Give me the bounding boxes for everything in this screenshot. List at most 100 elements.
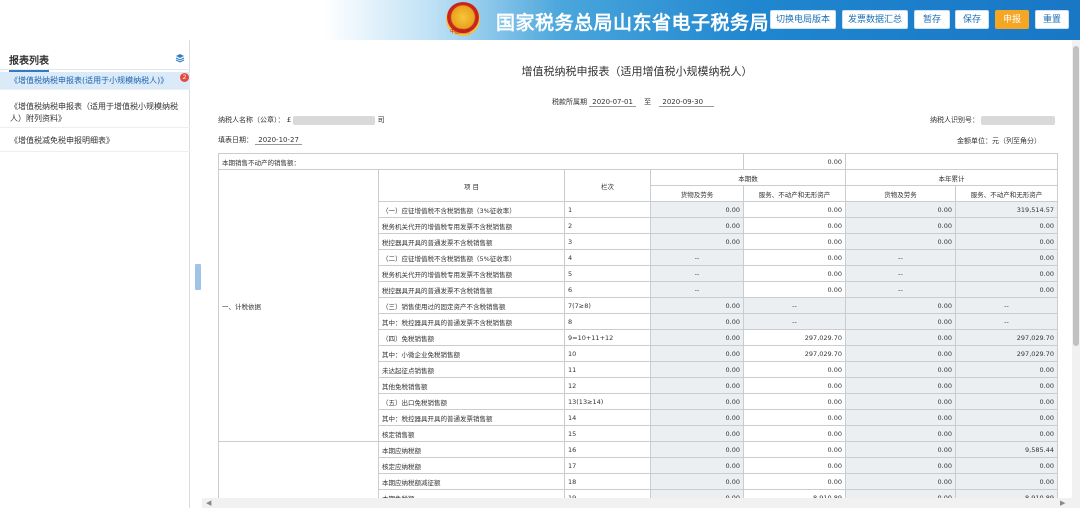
unit-label: 金额单位：元（列至角分）	[957, 137, 1041, 145]
row-item-label: （五）出口免税销售额	[378, 393, 565, 410]
table-row: 本期销售不动产的销售额： 0.00	[218, 153, 1058, 170]
ytd-goods-cell: 0.00	[845, 297, 956, 314]
row-line-number: 18	[564, 473, 651, 490]
declare-button[interactable]: 申报	[995, 10, 1029, 29]
save-button[interactable]: 保存	[955, 10, 989, 29]
ytd-goods-cell: 0.00	[845, 409, 956, 426]
ytd-goods-cell: 0.00	[845, 217, 956, 234]
ytd-goods-cell: 0.00	[845, 377, 956, 394]
row-item-label: 税务机关代开的增值税专用发票不含税销售额	[378, 265, 565, 282]
current-services-cell[interactable]: 0.00	[743, 249, 846, 266]
current-goods-cell: 0.00	[650, 489, 744, 498]
current-services-cell[interactable]: 8,910.89	[743, 489, 846, 498]
ytd-goods-cell: 0.00	[845, 313, 956, 330]
row-item-label: 未达起征点销售额	[378, 361, 565, 378]
row-item-label: 其中：税控器具开具的普通发票销售额	[378, 409, 565, 426]
row-item-label: 本期应纳税额	[378, 441, 565, 458]
emblem-text: 中国税务	[450, 29, 471, 35]
sidebar-collapse-handle[interactable]	[195, 264, 201, 290]
row-item-label: （四）免税销售额	[378, 329, 565, 346]
scroll-left-icon[interactable]: ◀	[206, 499, 211, 507]
current-goods-cell: --	[650, 249, 744, 266]
ytd-goods-cell: 0.00	[845, 393, 956, 410]
current-services-cell[interactable]: 0.00	[743, 233, 846, 250]
row-line-number: 14	[564, 409, 651, 426]
current-services-cell[interactable]: 0.00	[743, 361, 846, 378]
row-line-number: 16	[564, 441, 651, 458]
sidebar-item-vat-exemption[interactable]: 《增值税减免税申报明细表》	[0, 132, 190, 152]
sidebar-item-vat-attachment[interactable]: 《增值税纳税申报表（适用于增值税小规模纳税人）附列资料》	[0, 98, 190, 128]
period-from-field[interactable]: 2020-07-01	[589, 98, 636, 107]
top-header: 中国税务 国家税务总局山东省电子税务局 切换电局版本 发票数据汇总 暂存 保存 …	[0, 0, 1080, 40]
current-services-cell[interactable]: 0.00	[743, 473, 846, 490]
period-to-field[interactable]: 2020-09-30	[659, 98, 715, 107]
sidebar-item-label: 《增值税减免税申报明细表》	[10, 136, 114, 145]
current-services-cell[interactable]: 0.00	[743, 425, 846, 442]
sidebar-header: 报表列表	[0, 40, 190, 72]
scroll-right-icon[interactable]: ▶	[1060, 499, 1065, 507]
fill-date-label: 填表日期：	[218, 136, 253, 144]
current-services-cell[interactable]: 0.00	[743, 457, 846, 474]
top-row-label: 本期销售不动产的销售额：	[218, 153, 744, 170]
taxpayer-name-suffix: 司	[377, 116, 385, 124]
ytd-services-cell: 0.00	[955, 217, 1058, 234]
period-label: 税款所属期	[552, 98, 587, 106]
invoice-summary-button[interactable]: 发票数据汇总	[842, 10, 908, 29]
vertical-scrollbar[interactable]	[1072, 40, 1080, 508]
ytd-services-cell: 0.00	[955, 265, 1058, 282]
sidebar-item-label: 《增值税纳税申报表（适用于增值税小规模纳税人）附列资料》	[10, 102, 178, 123]
ytd-services-cell: 0.00	[955, 457, 1058, 474]
current-goods-cell: 0.00	[650, 457, 744, 474]
row-item-label: 税控器具开具的普通发票不含税销售额	[378, 281, 565, 298]
table-row: 本期应纳税额 16 0.00 0.00 0.00 9,585.44	[218, 441, 1058, 498]
ytd-goods-cell: 0.00	[845, 345, 956, 362]
current-services-cell[interactable]: 0.00	[743, 441, 846, 458]
switch-version-button[interactable]: 切换电局版本	[770, 10, 836, 29]
row-line-number: 5	[564, 265, 651, 282]
layers-icon[interactable]	[175, 53, 185, 63]
ytd-goods-cell: 0.00	[845, 441, 956, 458]
row-item-label: （三）销售使用过的固定资产不含税销售额	[378, 297, 565, 314]
row-item-label: （二）应征增值税不含税销售额（5%征收率）	[378, 249, 565, 266]
row-line-number: 2	[564, 217, 651, 234]
row-line-number: 12	[564, 377, 651, 394]
row-item-label: 其中：税控器具开具的普通发票不含税销售额	[378, 313, 565, 330]
row-item-label: 税务机关代开的增值税专用发票不含税销售额	[378, 217, 565, 234]
reset-button[interactable]: 重置	[1035, 10, 1069, 29]
temp-save-button[interactable]: 暂存	[914, 10, 950, 29]
tax-emblem-icon: 中国税务	[446, 2, 480, 36]
current-services-cell[interactable]: 0.00	[743, 265, 846, 282]
row-line-number: 11	[564, 361, 651, 378]
ytd-goods-cell: --	[845, 265, 956, 282]
current-services-cell[interactable]: 0.00	[743, 409, 846, 426]
header-current-goods: 货物及劳务	[650, 185, 744, 202]
vertical-scroll-thumb[interactable]	[1073, 46, 1079, 346]
current-goods-cell: --	[650, 281, 744, 298]
ytd-services-cell: 0.00	[955, 233, 1058, 250]
row-line-number: 19	[564, 489, 651, 498]
current-goods-cell: 0.00	[650, 345, 744, 362]
row-line-number: 17	[564, 457, 651, 474]
ytd-services-cell: 9,585.44	[955, 441, 1058, 458]
ytd-goods-cell: 0.00	[845, 457, 956, 474]
header-ytd-goods: 货物及劳务	[845, 185, 956, 202]
ytd-goods-cell: 0.00	[845, 489, 956, 498]
current-services-cell[interactable]: 297,029.70	[743, 329, 846, 346]
current-services-cell[interactable]: 0.00	[743, 281, 846, 298]
fill-date-row: 填表日期： 2020-10-27	[218, 135, 302, 145]
ytd-services-cell: 319,514.57	[955, 201, 1058, 218]
current-services-cell[interactable]: 0.00	[743, 201, 846, 218]
fill-date-field[interactable]: 2020-10-27	[255, 136, 302, 145]
ytd-goods-cell: 0.00	[845, 361, 956, 378]
current-services-cell[interactable]: 0.00	[743, 377, 846, 394]
sidebar-item-vat-return[interactable]: 《增值税纳税申报表(适用于小规模纳税人)》	[0, 72, 190, 90]
ytd-services-cell: 0.00	[955, 361, 1058, 378]
current-services-cell[interactable]: 0.00	[743, 393, 846, 410]
current-services-cell[interactable]: 297,029.70	[743, 345, 846, 362]
current-goods-cell: 0.00	[650, 393, 744, 410]
horizontal-scrollbar[interactable]: ◀ ▶	[202, 498, 1072, 508]
current-services-cell[interactable]: 0.00	[743, 217, 846, 234]
report-list-sidebar: 报表列表 《增值税纳税申报表(适用于小规模纳税人)》 2 《增值税纳税申报表（适…	[0, 40, 190, 508]
header-current: 本期数	[650, 169, 846, 186]
ytd-goods-cell: 0.00	[845, 473, 956, 490]
